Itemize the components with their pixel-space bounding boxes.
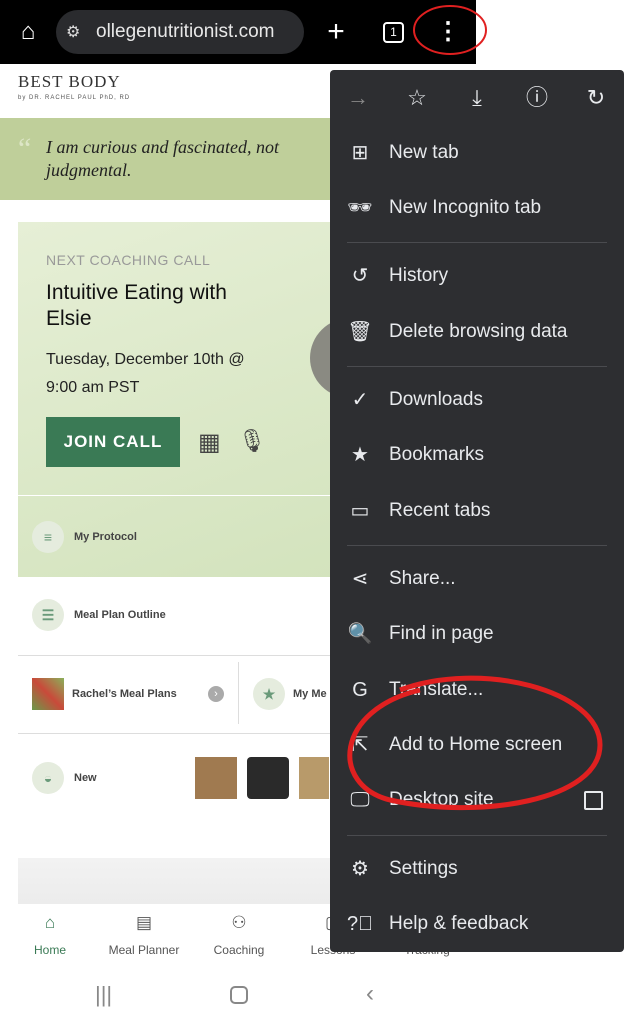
annotation-circle-add-to-home	[347, 675, 603, 811]
annotation-overlay	[347, 5, 603, 811]
annotation-circle-menu	[413, 5, 487, 55]
